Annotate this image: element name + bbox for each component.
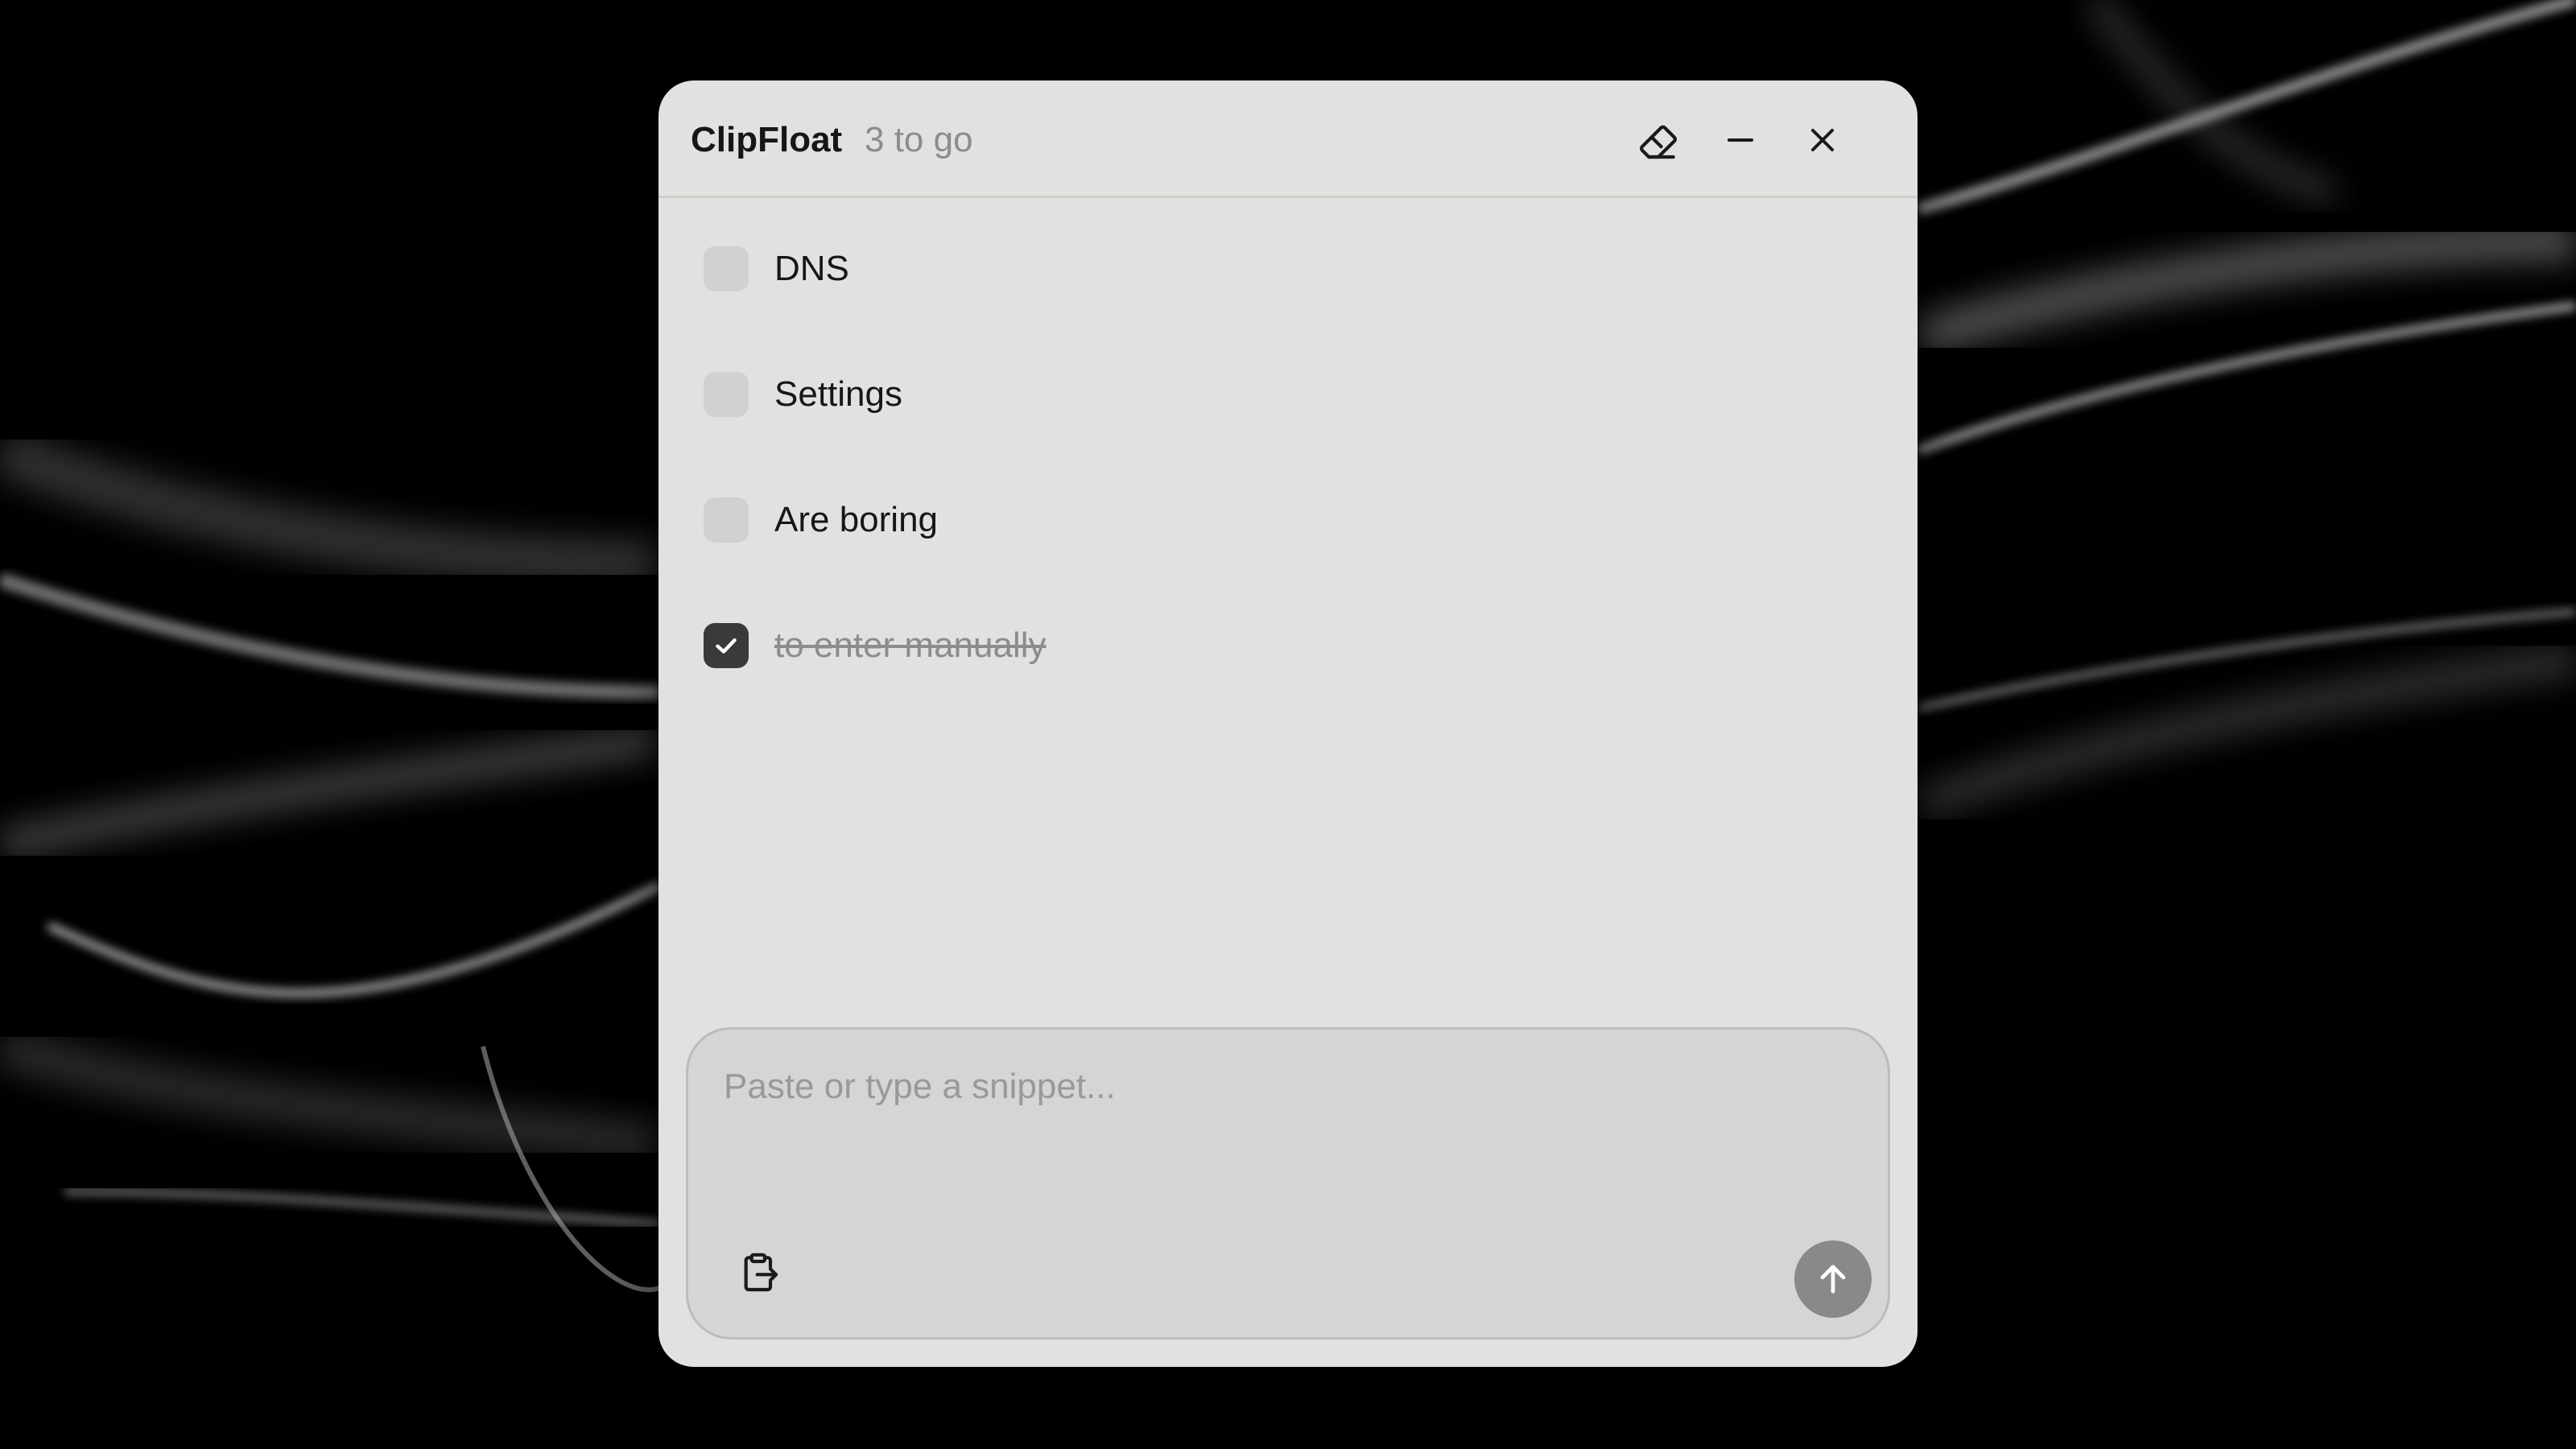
send-button[interactable] bbox=[1794, 1241, 1872, 1318]
checkmark-icon bbox=[716, 638, 737, 654]
list-item[interactable]: to enter manually bbox=[704, 613, 1831, 678]
title-bar[interactable]: ClipFloat 3 to go bbox=[658, 80, 1918, 198]
snippet-input[interactable] bbox=[724, 1065, 1851, 1162]
clipfloat-window: ClipFloat 3 to go DNS Settings Are borin… bbox=[658, 80, 1918, 1367]
list-item[interactable]: Settings bbox=[704, 362, 1831, 427]
item-checkbox[interactable] bbox=[704, 246, 749, 291]
item-checkbox[interactable] bbox=[704, 372, 749, 417]
item-checkbox-checked[interactable] bbox=[704, 623, 749, 668]
snippet-composer bbox=[686, 1027, 1890, 1340]
arrow-up-icon bbox=[1820, 1265, 1846, 1294]
remaining-count: 3 to go bbox=[865, 120, 973, 159]
clear-completed-button[interactable] bbox=[1633, 114, 1684, 166]
list-item[interactable]: DNS bbox=[704, 237, 1831, 301]
item-label: Are boring bbox=[774, 500, 939, 539]
eraser-icon bbox=[1640, 125, 1677, 159]
list-item[interactable]: Are boring bbox=[704, 488, 1831, 552]
close-icon bbox=[1811, 129, 1834, 151]
minimize-icon bbox=[1728, 138, 1753, 142]
clipboard-paste-icon bbox=[744, 1253, 778, 1292]
item-label: to enter manually bbox=[774, 625, 1046, 665]
desktop: ClipFloat 3 to go DNS Settings Are borin… bbox=[0, 0, 2576, 1449]
paste-clipboard-button[interactable] bbox=[733, 1247, 785, 1298]
close-button[interactable] bbox=[1797, 114, 1848, 166]
item-checkbox[interactable] bbox=[704, 497, 749, 543]
item-label: DNS bbox=[774, 249, 849, 288]
item-label: Settings bbox=[774, 374, 902, 414]
minimize-button[interactable] bbox=[1715, 114, 1766, 166]
app-title: ClipFloat bbox=[691, 120, 843, 159]
